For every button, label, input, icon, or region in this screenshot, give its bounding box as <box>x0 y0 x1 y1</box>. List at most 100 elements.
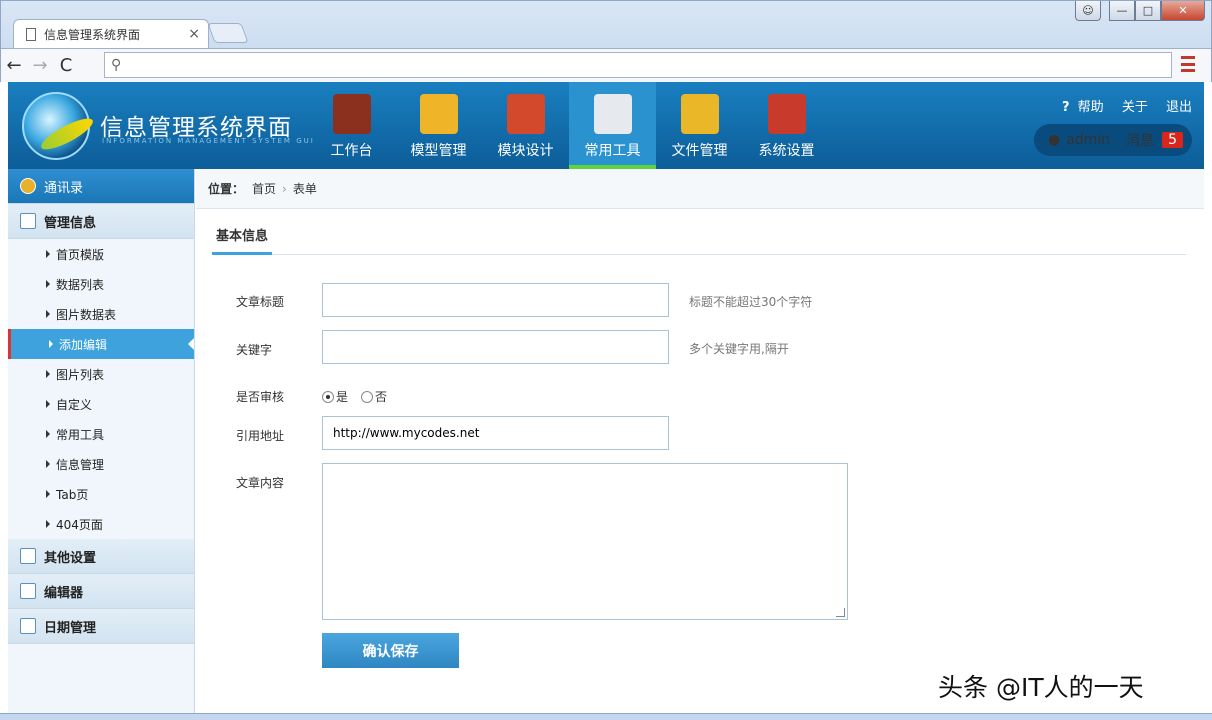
app-header: 信息管理系统界面 INFORMATION MANAGEMENT SYSTEM G… <box>8 82 1204 169</box>
triangle-right-icon <box>46 520 50 528</box>
nav-label: 文件管理 <box>671 143 728 159</box>
triangle-right-icon <box>46 490 50 498</box>
reload-button[interactable]: C <box>53 55 79 76</box>
sidebar-group-other-settings[interactable]: 其他设置 <box>8 539 194 574</box>
save-button[interactable]: 确认保存 <box>322 633 459 668</box>
close-tab-icon[interactable]: × <box>188 26 200 42</box>
help-link[interactable]: 帮助 <box>1078 100 1104 115</box>
triangle-right-icon <box>46 310 50 318</box>
triangle-right-icon <box>46 400 50 408</box>
sidebar-item[interactable]: 404页面 <box>8 509 194 539</box>
printer-icon <box>593 94 632 134</box>
back-button[interactable]: ← <box>1 55 27 76</box>
sidebar-item[interactable]: 信息管理 <box>8 449 194 479</box>
sidebar-item[interactable]: 自定义 <box>8 389 194 419</box>
address-bar[interactable]: ⚲ <box>104 52 1172 78</box>
sidebar: 通讯录 管理信息 首页模版 数据列表 图片数据表 添加编辑 图片列表 自定义 常… <box>8 169 195 714</box>
wrench-icon <box>767 94 806 134</box>
sidebar-item[interactable]: 常用工具 <box>8 419 194 449</box>
title-hint: 标题不能超过30个字符 <box>689 295 813 309</box>
edit-icon <box>20 583 36 599</box>
browser-menu-button[interactable] <box>1181 56 1195 72</box>
sidebar-group-label: 日期管理 <box>44 620 97 636</box>
list-icon <box>20 213 36 229</box>
user-icon: ● <box>1048 132 1061 148</box>
triangle-right-icon <box>46 460 50 468</box>
browser-tab[interactable]: 信息管理系统界面 × <box>13 19 209 49</box>
username[interactable]: admin <box>1066 132 1110 148</box>
maximize-button[interactable]: □ <box>1135 1 1161 21</box>
search-icon: ⚲ <box>111 57 122 73</box>
audit-label: 是否审核 <box>236 390 285 404</box>
audit-yes-radio[interactable]: 是 <box>322 388 348 405</box>
triangle-right-icon <box>49 340 53 348</box>
title-label: 文章标题 <box>236 295 285 309</box>
keyword-input[interactable] <box>322 330 669 364</box>
logout-link[interactable]: 退出 <box>1166 100 1192 115</box>
messages-link[interactable]: 消息 <box>1126 130 1154 150</box>
sidebar-group-contacts[interactable]: 通讯录 <box>8 169 194 204</box>
sidebar-item-active[interactable]: 添加编辑 <box>8 329 194 359</box>
sidebar-item-label: 404页面 <box>56 517 103 532</box>
user-box: ● admin 消息 5 <box>1034 124 1192 156</box>
calendar-icon <box>20 618 36 634</box>
user-profile-button[interactable]: ☺ <box>1075 1 1101 21</box>
nav-common-tools[interactable]: 常用工具 <box>569 82 656 169</box>
nav-model-management[interactable]: 模型管理 <box>395 82 482 169</box>
sidebar-item[interactable]: 图片列表 <box>8 359 194 389</box>
url-input[interactable] <box>322 416 669 450</box>
help-icon: ? <box>1061 100 1070 115</box>
nav-label: 模块设计 <box>497 143 554 159</box>
sidebar-item-label: 添加编辑 <box>59 337 108 352</box>
nav-label: 常用工具 <box>584 143 641 159</box>
sidebar-item[interactable]: 数据列表 <box>8 269 194 299</box>
keyword-hint: 多个关键字用,隔开 <box>689 342 789 356</box>
sidebar-group-date[interactable]: 日期管理 <box>8 609 194 644</box>
nav-label: 工作台 <box>330 143 373 159</box>
watermark: 头条 @IT人的一天 <box>938 673 1144 702</box>
nav-label: 系统设置 <box>758 143 815 159</box>
new-tab-button[interactable] <box>207 23 249 43</box>
sidebar-item-label: 首页模版 <box>56 247 105 262</box>
triangle-right-icon <box>46 250 50 258</box>
sidebar-item[interactable]: Tab页 <box>8 479 194 509</box>
sidebar-group-editor[interactable]: 编辑器 <box>8 574 194 609</box>
nav-module-design[interactable]: 模块设计 <box>482 82 569 169</box>
audit-no-label: 否 <box>375 390 388 404</box>
breadcrumb-current: 表单 <box>292 182 317 196</box>
title-input[interactable] <box>322 283 669 317</box>
close-window-button[interactable]: ✕ <box>1161 1 1205 21</box>
nav-workbench[interactable]: 工作台 <box>308 82 395 169</box>
sidebar-group-management[interactable]: 管理信息 <box>8 204 194 239</box>
audit-no-radio[interactable]: 否 <box>361 388 387 405</box>
form-tabs: 基本信息 <box>212 223 1186 255</box>
browser-chrome: 信息管理系统界面 × ☺ — □ ✕ ← → C ⚲ <box>0 0 1212 82</box>
nav-system-settings[interactable]: 系统设置 <box>743 82 830 169</box>
triangle-right-icon <box>46 370 50 378</box>
breadcrumb-home[interactable]: 首页 <box>252 180 276 197</box>
minimize-button[interactable]: — <box>1109 1 1135 21</box>
header-links: ? 帮助 关于 退出 <box>1062 96 1192 115</box>
sidebar-item[interactable]: 首页模版 <box>8 239 194 269</box>
sidebar-item[interactable]: 图片数据表 <box>8 299 194 329</box>
sidebar-item-label: 图片数据表 <box>56 307 117 322</box>
tab-basic-info[interactable]: 基本信息 <box>212 223 273 255</box>
book-icon <box>332 94 371 134</box>
nav-file-management[interactable]: 文件管理 <box>656 82 743 169</box>
window-controls: ☺ — □ ✕ <box>1075 1 1205 21</box>
sidebar-group-label: 管理信息 <box>44 215 97 231</box>
radio-unchecked-icon <box>361 390 373 403</box>
sidebar-item-label: 信息管理 <box>56 457 105 472</box>
forward-button[interactable]: → <box>27 55 53 76</box>
radio-checked-icon <box>322 390 334 403</box>
chevron-down-icon <box>20 178 36 194</box>
content-label: 文章内容 <box>236 476 285 490</box>
sidebar-item-label: 自定义 <box>56 397 93 412</box>
url-label: 引用地址 <box>236 429 285 443</box>
about-link[interactable]: 关于 <box>1122 100 1148 115</box>
design-tools-icon <box>506 94 545 134</box>
breadcrumb: 位置： 首页 › 表单 <box>196 169 1204 209</box>
content-textarea[interactable] <box>322 463 848 620</box>
triangle-right-icon <box>46 430 50 438</box>
tab-title: 信息管理系统界面 <box>44 28 141 42</box>
